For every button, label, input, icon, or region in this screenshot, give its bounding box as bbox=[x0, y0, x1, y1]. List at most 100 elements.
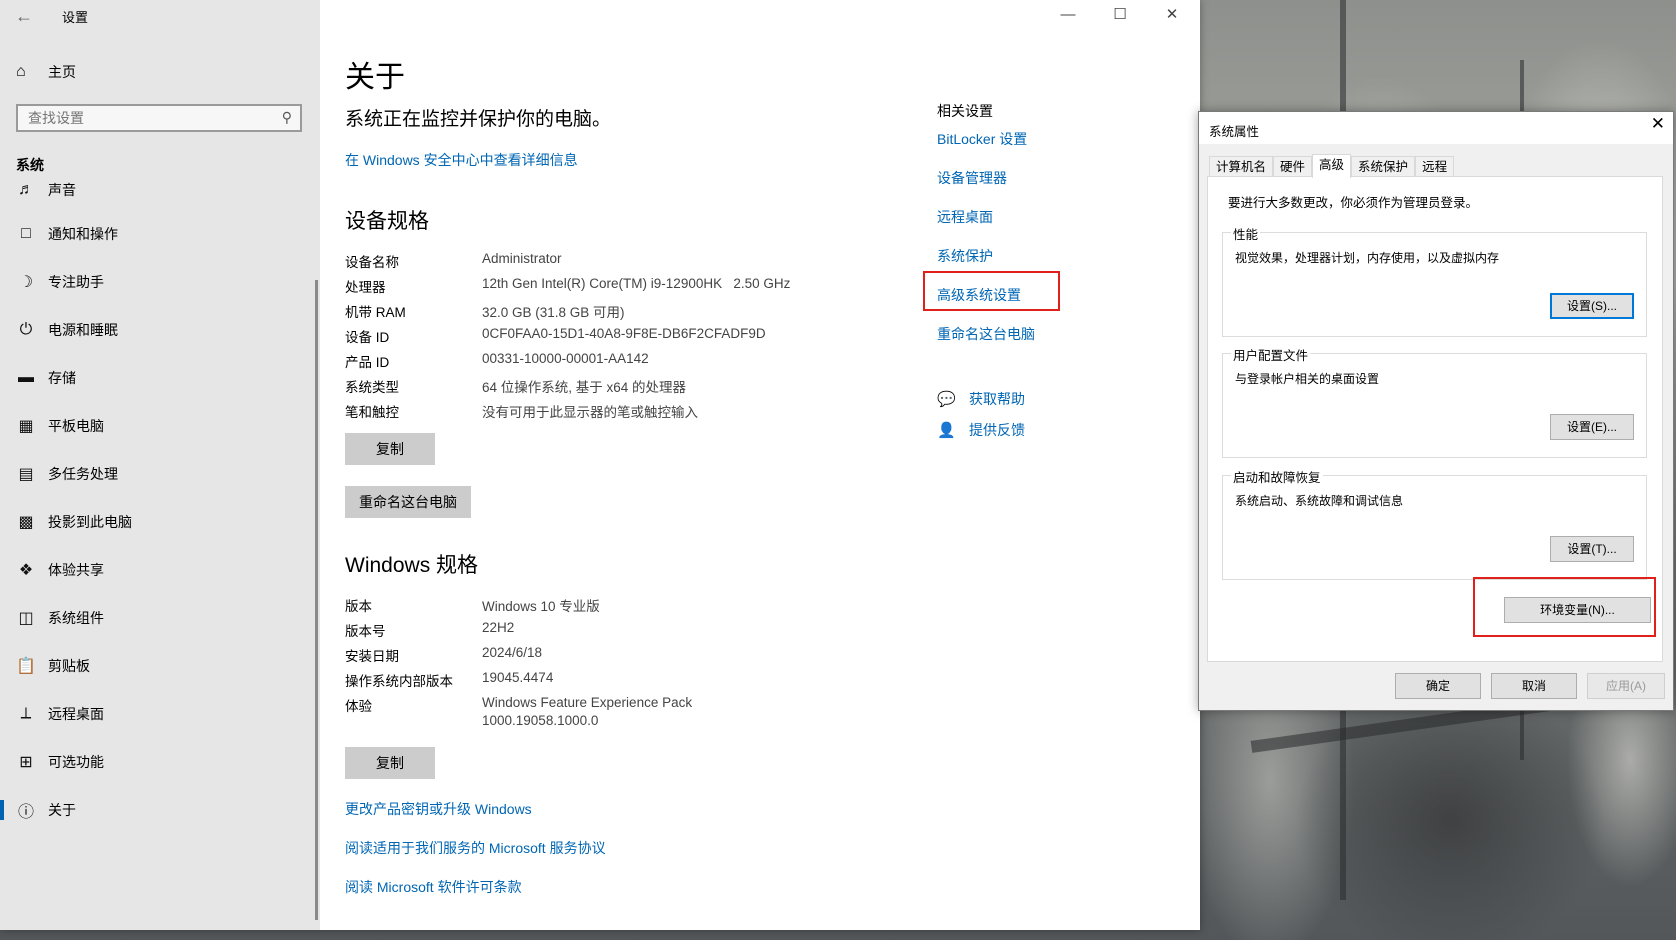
sidebar-item-multitasking[interactable]: ▤ 多任务处理 bbox=[0, 450, 315, 498]
nav-home[interactable]: ⌂ 主页 bbox=[16, 60, 76, 84]
tab-remote[interactable]: 远程 bbox=[1415, 156, 1455, 177]
spec-value: Administrator bbox=[482, 251, 562, 266]
group-desc: 与登录帐户相关的桌面设置 bbox=[1235, 372, 1380, 386]
sidebar-item-remote-desktop[interactable]: ⟂ 远程桌面 bbox=[0, 690, 315, 738]
sidebar-item-label: 关于 bbox=[48, 802, 76, 818]
storage-icon: ▬ bbox=[18, 369, 34, 386]
sidebar-item-optional-features[interactable]: ⊞ 可选功能 bbox=[0, 738, 315, 786]
sidebar-item-storage[interactable]: ▬ 存储 bbox=[0, 354, 315, 402]
spec-key: 安装日期 bbox=[345, 649, 399, 664]
security-center-link[interactable]: 在 Windows 安全中心中查看详细信息 bbox=[345, 150, 578, 170]
related-device-manager-link[interactable]: 设备管理器 bbox=[937, 168, 1007, 188]
security-status: 系统正在监控并保护你的电脑。 bbox=[345, 109, 612, 130]
services-agreement-link[interactable]: 阅读适用于我们服务的 Microsoft 服务协议 bbox=[345, 838, 606, 858]
performance-group: 性能 视觉效果，处理器计划，内存使用，以及虚拟内存 设置(S)... bbox=[1222, 224, 1647, 337]
title-bar: ← 设置 bbox=[0, 0, 320, 32]
sidebar-nav: ♬ 声音 □ 通知和操作 ☽ 专注助手 ⏻ 电源和睡眠 ▬ 存储 ▦ 平板电脑 bbox=[0, 178, 315, 868]
section-label: 系统 bbox=[16, 157, 44, 173]
tab-computer-name[interactable]: 计算机名 bbox=[1209, 156, 1274, 177]
info-icon: ⓘ bbox=[17, 804, 34, 821]
minimize-icon[interactable]: — bbox=[1042, 0, 1094, 32]
back-arrow-icon[interactable]: ← bbox=[12, 4, 36, 28]
speaker-icon: ♬ bbox=[18, 181, 34, 198]
get-help-row[interactable]: 💬 获取帮助 bbox=[937, 389, 1025, 409]
sidebar-item-label: 电源和睡眠 bbox=[48, 322, 118, 338]
sidebar-item-tablet[interactable]: ▦ 平板电脑 bbox=[0, 402, 315, 450]
sidebar-item-shared[interactable]: ❖ 体验共享 bbox=[0, 546, 315, 594]
rename-pc-button[interactable]: 重命名这台电脑 bbox=[345, 486, 471, 518]
related-rename-pc-link[interactable]: 重命名这台电脑 bbox=[937, 324, 1035, 344]
share-icon: ❖ bbox=[18, 562, 34, 579]
tab-hardware[interactable]: 硬件 bbox=[1273, 156, 1313, 177]
spec-row: 版本号 22H2 bbox=[345, 620, 905, 645]
sidebar-item-focus-assist[interactable]: ☽ 专注助手 bbox=[0, 258, 315, 306]
optional-features-icon: ⊞ bbox=[19, 754, 33, 771]
get-help-link[interactable]: 获取帮助 bbox=[969, 389, 1025, 409]
window-controls: — ☐ ✕ bbox=[1042, 0, 1200, 32]
sidebar-item-components[interactable]: ◫ 系统组件 bbox=[0, 594, 315, 642]
sidebar-item-label: 存储 bbox=[48, 370, 76, 386]
spec-key: 操作系统内部版本 bbox=[345, 674, 453, 689]
moon-icon: ☽ bbox=[18, 274, 34, 291]
home-label: 主页 bbox=[48, 64, 76, 80]
startup-recovery-settings-button[interactable]: 设置(T)... bbox=[1550, 536, 1634, 562]
group-title: 用户配置文件 bbox=[1231, 345, 1311, 364]
spec-row: 设备 ID 0CF0FAA0-15D1-40A8-9F8E-DB6F2CFADF9… bbox=[345, 326, 905, 351]
remote-desktop-icon: ⟂ bbox=[20, 705, 32, 722]
related-system-protection-link[interactable]: 系统保护 bbox=[937, 246, 993, 266]
highlight-box bbox=[923, 271, 1060, 311]
copy-windows-specs-button[interactable]: 复制 bbox=[345, 747, 435, 779]
search-icon[interactable]: ⚲ bbox=[282, 109, 292, 126]
search-input[interactable] bbox=[18, 106, 278, 130]
tab-advanced[interactable]: 高级 bbox=[1312, 154, 1352, 178]
copy-device-specs-button[interactable]: 复制 bbox=[345, 433, 435, 465]
close-icon[interactable]: ✕ bbox=[1146, 0, 1198, 32]
device-specs-title: 设备规格 bbox=[345, 210, 429, 233]
spec-value: 12th Gen Intel(R) Core(TM) i9-12900HK 2.… bbox=[482, 276, 791, 291]
sidebar-item-sound[interactable]: ♬ 声音 bbox=[0, 178, 315, 210]
spec-value: 32.0 GB (31.8 GB 可用) bbox=[482, 305, 625, 320]
related-remote-desktop-link[interactable]: 远程桌面 bbox=[937, 207, 993, 227]
sidebar-item-clipboard[interactable]: 📋 剪贴板 bbox=[0, 642, 315, 690]
spec-row: 设备名称 Administrator bbox=[345, 251, 905, 276]
spec-key: 系统类型 bbox=[345, 380, 399, 395]
spec-value: Windows Feature Experience Pack bbox=[482, 695, 693, 710]
highlight-box bbox=[1473, 577, 1656, 637]
spec-value: 0CF0FAA0-15D1-40A8-9F8E-DB6F2CFADF9D bbox=[482, 326, 766, 341]
dialog-close-icon[interactable]: ✕ bbox=[1651, 114, 1665, 134]
sidebar-item-label: 远程桌面 bbox=[48, 706, 104, 722]
license-terms-link[interactable]: 阅读 Microsoft 软件许可条款 bbox=[345, 877, 522, 897]
upgrade-link[interactable]: 更改产品密钥或升级 Windows bbox=[345, 799, 532, 819]
group-desc: 系统启动、系统故障和调试信息 bbox=[1235, 494, 1404, 508]
search-box[interactable]: ⚲ bbox=[16, 104, 302, 132]
sidebar-item-notifications[interactable]: □ 通知和操作 bbox=[0, 210, 315, 258]
sidebar-item-about[interactable]: ⓘ 关于 bbox=[0, 786, 315, 834]
settings-window: ← 设置 ⌂ 主页 ⚲ 系统 ♬ 声音 □ 通知和操作 ☽ 专注助手 bbox=[0, 0, 1200, 930]
sidebar-item-project[interactable]: ▩ 投影到此电脑 bbox=[0, 498, 315, 546]
admin-note: 要进行大多数更改，你必须作为管理员登录。 bbox=[1228, 196, 1479, 210]
user-profiles-settings-button[interactable]: 设置(E)... bbox=[1550, 414, 1634, 440]
spec-row: 机带 RAM 32.0 GB (31.8 GB 可用) bbox=[345, 301, 905, 326]
spec-row: 系统类型 64 位操作系统, 基于 x64 的处理器 bbox=[345, 376, 905, 401]
dialog-title: 系统属性 bbox=[1209, 125, 1260, 139]
maximize-icon[interactable]: ☐ bbox=[1094, 0, 1146, 32]
sidebar-scrollbar[interactable] bbox=[315, 280, 318, 920]
apply-button[interactable]: 应用(A) bbox=[1587, 673, 1665, 699]
spec-value: Windows 10 专业版 bbox=[482, 599, 600, 614]
cancel-button[interactable]: 取消 bbox=[1491, 673, 1577, 699]
sidebar-item-power[interactable]: ⏻ 电源和睡眠 bbox=[0, 306, 315, 354]
performance-settings-button[interactable]: 设置(S)... bbox=[1550, 293, 1634, 319]
feedback-row[interactable]: 👤 提供反馈 bbox=[937, 420, 1025, 440]
spec-key: 笔和触控 bbox=[345, 405, 399, 420]
spec-row: 产品 ID 00331-10000-00001-AA142 bbox=[345, 351, 905, 376]
chat-help-icon: 💬 bbox=[937, 391, 956, 408]
feedback-link[interactable]: 提供反馈 bbox=[969, 420, 1025, 440]
clipboard-icon: 📋 bbox=[16, 658, 36, 675]
user-profiles-group: 用户配置文件 与登录帐户相关的桌面设置 设置(E)... bbox=[1222, 345, 1647, 458]
ok-button[interactable]: 确定 bbox=[1395, 673, 1481, 699]
components-icon: ◫ bbox=[18, 610, 34, 627]
related-bitlocker-link[interactable]: BitLocker 设置 bbox=[937, 129, 1027, 149]
spec-value: 没有可用于此显示器的笔或触控输入 bbox=[482, 405, 698, 420]
spec-value: 22H2 bbox=[482, 620, 515, 635]
tab-system-protection[interactable]: 系统保护 bbox=[1351, 156, 1416, 177]
